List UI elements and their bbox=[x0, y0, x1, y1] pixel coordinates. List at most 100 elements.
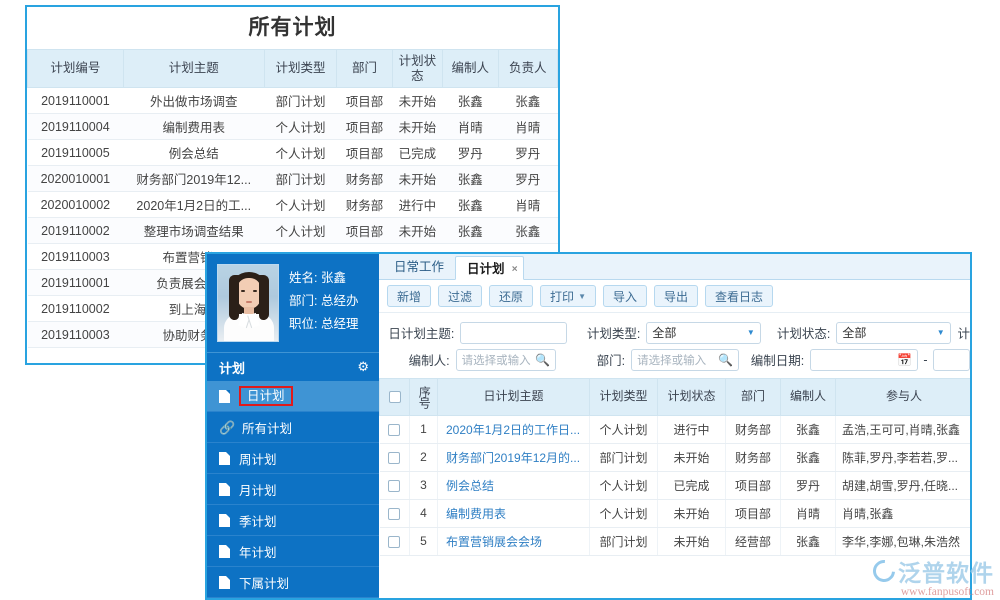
type-filter-select[interactable]: 全部 ▼ bbox=[646, 322, 760, 344]
sidebar-item-月计划[interactable]: 月计划 bbox=[207, 474, 379, 505]
button-label: 导出 bbox=[664, 288, 688, 305]
cell-subject[interactable]: 财务部门2019年12月的... bbox=[438, 443, 590, 471]
select-all-checkbox[interactable] bbox=[389, 391, 401, 403]
cell-subject[interactable]: 布置营销展会会场 bbox=[438, 527, 590, 555]
tab-日常工作[interactable]: 日常工作 bbox=[383, 255, 455, 279]
还原-button[interactable]: 还原 bbox=[489, 285, 533, 307]
search-icon[interactable]: 🔍 bbox=[718, 353, 733, 367]
grid-header-row: 序号 日计划主题 计划类型 计划状态 部门 编制人 参与人 bbox=[380, 379, 971, 415]
cell-type: 个人计划 bbox=[590, 499, 658, 527]
sidebar-item-周计划[interactable]: 周计划 bbox=[207, 443, 379, 474]
cell-author: 张鑫 bbox=[443, 88, 498, 114]
table-row[interactable]: 2019110005例会总结个人计划项目部已完成罗丹罗丹 bbox=[28, 140, 558, 166]
导出-button[interactable]: 导出 bbox=[654, 285, 698, 307]
all-plan-col-status[interactable]: 计划状态 bbox=[392, 50, 442, 88]
all-plan-col-no[interactable]: 计划编号 bbox=[28, 50, 124, 88]
sidebar-item-季计划[interactable]: 季计划 bbox=[207, 505, 379, 536]
date-to-input[interactable] bbox=[933, 349, 970, 371]
table-row[interactable]: 20200100022020年1月2日的工...个人计划财务部进行中张鑫肖晴 bbox=[28, 192, 558, 218]
close-icon[interactable]: × bbox=[512, 258, 518, 282]
cell-participants: 肖晴,张鑫 bbox=[836, 499, 971, 527]
row-checkbox-cell[interactable] bbox=[380, 527, 410, 555]
table-row[interactable]: 5布置营销展会会场部门计划未开始经营部张鑫李华,李娜,包琳,朱浩然 bbox=[380, 527, 971, 555]
cell-dept: 项目部 bbox=[726, 499, 781, 527]
search-icon[interactable]: 🔍 bbox=[535, 353, 550, 367]
author-filter-input[interactable]: 请选择或输入 🔍 bbox=[456, 349, 557, 371]
date-from-input[interactable]: 📅 bbox=[810, 349, 918, 371]
grid-col-status[interactable]: 计划状态 bbox=[658, 379, 726, 415]
row-checkbox-cell[interactable] bbox=[380, 471, 410, 499]
grid-col-dept[interactable]: 部门 bbox=[726, 379, 781, 415]
cell-subject: 例会总结 bbox=[123, 140, 264, 166]
grid-col-select-all[interactable] bbox=[380, 379, 410, 415]
cell-plan-no: 2019110005 bbox=[28, 140, 124, 166]
cell-subject[interactable]: 例会总结 bbox=[438, 471, 590, 499]
grid-col-participants[interactable]: 参与人 bbox=[836, 379, 971, 415]
all-plan-col-dept[interactable]: 部门 bbox=[337, 50, 392, 88]
row-checkbox[interactable] bbox=[388, 480, 400, 492]
all-plan-title: 所有计划 bbox=[27, 7, 558, 49]
过滤-button[interactable]: 过滤 bbox=[438, 285, 482, 307]
row-checkbox[interactable] bbox=[388, 536, 400, 548]
sidebar-item-label: 周计划 bbox=[239, 449, 277, 468]
subject-filter-input[interactable] bbox=[460, 322, 567, 344]
打印-button[interactable]: 打印▼ bbox=[540, 285, 596, 307]
sidebar-item-年计划[interactable]: 年计划 bbox=[207, 536, 379, 567]
导入-button[interactable]: 导入 bbox=[603, 285, 647, 307]
dept-filter-input[interactable]: 请选择或输入 🔍 bbox=[631, 349, 739, 371]
tab-日计划[interactable]: 日计划× bbox=[455, 256, 524, 280]
cell-type: 个人计划 bbox=[590, 415, 658, 443]
document-icon bbox=[219, 390, 230, 403]
profile-department: 部门: 总经办 bbox=[289, 290, 358, 313]
subject-filter-label: 日计划主题: bbox=[379, 323, 460, 342]
cell-subject[interactable]: 编制费用表 bbox=[438, 499, 590, 527]
cell-author: 张鑫 bbox=[781, 415, 836, 443]
row-checkbox-cell[interactable] bbox=[380, 499, 410, 527]
document-icon bbox=[219, 452, 230, 465]
sidebar-section-title: 计划 bbox=[219, 358, 245, 377]
all-plan-col-type[interactable]: 计划类型 bbox=[264, 50, 337, 88]
cell-subject[interactable]: 2020年1月2日的工作日... bbox=[438, 415, 590, 443]
all-plan-col-owner[interactable]: 负责人 bbox=[498, 50, 557, 88]
table-row[interactable]: 2019110001外出做市场调查部门计划项目部未开始张鑫张鑫 bbox=[28, 88, 558, 114]
all-plan-col-subject[interactable]: 计划主题 bbox=[123, 50, 264, 88]
sidebar-item-label: 下属计划 bbox=[239, 573, 289, 592]
filter-panel: 日计划主题: 计划类型: 全部 ▼ 计划状态: 全部 ▼ 计 bbox=[379, 313, 970, 378]
type-filter-label: 计划类型: bbox=[567, 323, 646, 342]
sidebar-item-下属计划[interactable]: 下属计划 bbox=[207, 567, 379, 598]
table-row[interactable]: 3例会总结个人计划已完成项目部罗丹胡建,胡雪,罗丹,任晓... bbox=[380, 471, 971, 499]
grid-col-seq[interactable]: 序号 bbox=[410, 379, 438, 415]
author-filter-label: 编制人: bbox=[379, 350, 456, 369]
sidebar-item-所有计划[interactable]: 🔗所有计划 bbox=[207, 412, 379, 443]
table-row[interactable]: 2020010001财务部门2019年12...部门计划财务部未开始张鑫罗丹 bbox=[28, 166, 558, 192]
row-checkbox[interactable] bbox=[388, 452, 400, 464]
table-row[interactable]: 2财务部门2019年12月的...部门计划未开始财务部张鑫陈菲,罗丹,李若若,罗… bbox=[380, 443, 971, 471]
cell-owner: 张鑫 bbox=[498, 218, 557, 244]
grid-col-author[interactable]: 编制人 bbox=[781, 379, 836, 415]
row-checkbox[interactable] bbox=[388, 424, 400, 436]
新增-button[interactable]: 新增 bbox=[387, 285, 431, 307]
status-filter-select[interactable]: 全部 ▼ bbox=[836, 322, 950, 344]
gear-icon[interactable]: ⚙ bbox=[357, 359, 369, 375]
grid-col-subject[interactable]: 日计划主题 bbox=[438, 379, 590, 415]
filter-row-1: 日计划主题: 计划类型: 全部 ▼ 计划状态: 全部 ▼ 计 bbox=[379, 319, 970, 346]
row-checkbox-cell[interactable] bbox=[380, 415, 410, 443]
tab-bar: 日常工作日计划× bbox=[379, 254, 970, 280]
cell-subject: 2020年1月2日的工... bbox=[123, 192, 264, 218]
fourth-filter-label-partial: 计 bbox=[951, 323, 970, 342]
all-plan-col-author[interactable]: 编制人 bbox=[443, 50, 498, 88]
cell-dept: 财务部 bbox=[337, 192, 392, 218]
查看日志-button[interactable]: 查看日志 bbox=[705, 285, 773, 307]
row-checkbox-cell[interactable] bbox=[380, 443, 410, 471]
table-row[interactable]: 4编制费用表个人计划未开始项目部肖晴肖晴,张鑫 bbox=[380, 499, 971, 527]
cell-owner: 罗丹 bbox=[498, 140, 557, 166]
table-row[interactable]: 2019110002整理市场调查结果个人计划项目部未开始张鑫张鑫 bbox=[28, 218, 558, 244]
row-checkbox[interactable] bbox=[388, 508, 400, 520]
calendar-icon[interactable]: 📅 bbox=[897, 353, 912, 367]
sidebar-item-日计划[interactable]: 日计划 bbox=[207, 381, 379, 412]
data-grid-container[interactable]: 序号 日计划主题 计划类型 计划状态 部门 编制人 参与人 12020年1月2日… bbox=[379, 378, 970, 598]
cell-status: 未开始 bbox=[392, 166, 442, 192]
table-row[interactable]: 12020年1月2日的工作日...个人计划进行中财务部张鑫孟浩,王可可,肖晴,张… bbox=[380, 415, 971, 443]
grid-col-type[interactable]: 计划类型 bbox=[590, 379, 658, 415]
table-row[interactable]: 2019110004编制费用表个人计划项目部未开始肖晴肖晴 bbox=[28, 114, 558, 140]
